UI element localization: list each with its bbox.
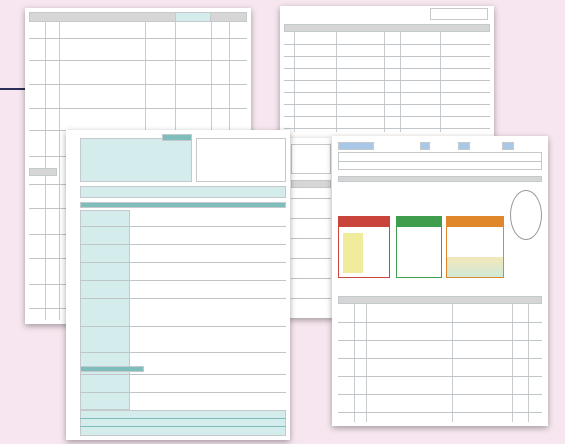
header-cell-teal	[175, 12, 211, 22]
blue-tab-4	[502, 142, 514, 150]
table-header	[338, 296, 542, 304]
green-panel	[396, 216, 442, 278]
form-stamp-box	[430, 8, 488, 20]
orange-panel	[446, 216, 504, 278]
blue-tab-1	[338, 142, 374, 150]
footer-table	[80, 410, 286, 436]
sheet-header-row	[29, 12, 247, 22]
section-bar	[80, 202, 286, 208]
divider-bar	[338, 176, 542, 182]
middle-box-top	[291, 144, 331, 174]
name-box	[80, 138, 192, 182]
options-row	[80, 186, 286, 198]
blue-tab-3	[458, 142, 470, 150]
sheet-treatment-plan	[332, 136, 548, 426]
form-header-row	[284, 24, 490, 32]
blue-tab-2	[420, 142, 430, 150]
address-box	[196, 138, 286, 182]
teal-accent-bar	[80, 366, 144, 372]
form-title	[350, 10, 420, 17]
red-panel	[338, 216, 390, 278]
sheet-intake-form-right	[280, 6, 494, 138]
sheet-questionnaire-teal	[66, 130, 290, 440]
middle-header	[291, 180, 331, 188]
tooth-diagram-icon	[510, 190, 542, 240]
section-label	[29, 168, 57, 176]
sheet-middle-list	[288, 138, 334, 318]
title-tab	[162, 134, 192, 141]
question-labels-column	[80, 210, 130, 410]
